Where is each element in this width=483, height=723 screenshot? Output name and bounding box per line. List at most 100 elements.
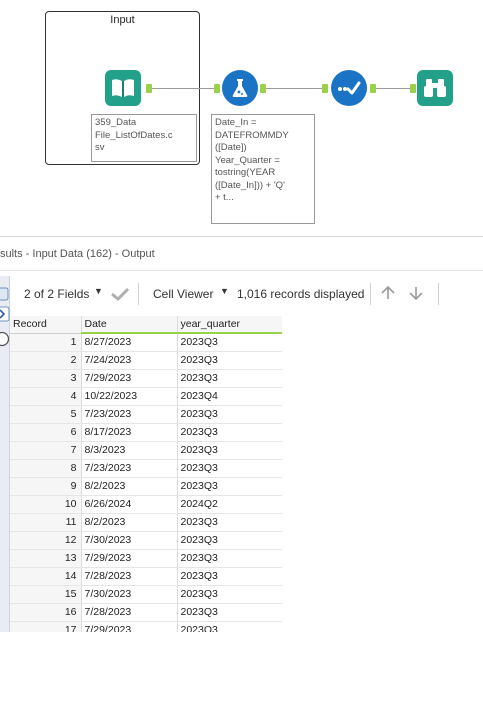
- date-cell[interactable]: 8/2/2023: [81, 477, 178, 496]
- table-row[interactable]: 3 7/29/2023 2023Q3: [10, 369, 282, 388]
- input-anchor[interactable]: [322, 84, 328, 93]
- table-row[interactable]: 4 10/22/2023 2023Q4: [10, 387, 282, 406]
- date-cell[interactable]: 8/27/2023: [81, 333, 178, 352]
- chevron-down-icon[interactable]: ▼: [94, 286, 103, 296]
- formula-tool[interactable]: [222, 70, 258, 106]
- toolbar-divider: [438, 283, 439, 305]
- record-cell[interactable]: 6: [10, 423, 82, 442]
- input-tool-annotation: 359_Data File_ListOfDates.c sv: [91, 114, 197, 162]
- year-quarter-cell[interactable]: 2023Q3: [177, 513, 282, 532]
- column-header-year-quarter[interactable]: year_quarter: [177, 316, 282, 334]
- year-quarter-cell[interactable]: 2023Q3: [177, 441, 282, 460]
- year-quarter-cell[interactable]: 2023Q3: [177, 621, 282, 632]
- date-cell[interactable]: 6/26/2024: [81, 495, 178, 514]
- column-header-record[interactable]: Record: [10, 316, 82, 334]
- date-cell[interactable]: 7/29/2023: [81, 621, 178, 632]
- date-cell[interactable]: 8/3/2023: [81, 441, 178, 460]
- date-cell[interactable]: 7/30/2023: [81, 585, 178, 604]
- year-quarter-cell[interactable]: 2023Q3: [177, 369, 282, 388]
- record-cell[interactable]: 15: [10, 585, 82, 604]
- output-anchor[interactable]: [146, 84, 152, 93]
- year-quarter-cell[interactable]: 2023Q4: [177, 387, 282, 406]
- year-quarter-cell[interactable]: 2023Q3: [177, 567, 282, 586]
- record-cell[interactable]: 16: [10, 603, 82, 622]
- record-cell[interactable]: 9: [10, 477, 82, 496]
- date-cell[interactable]: 7/23/2023: [81, 459, 178, 478]
- checkmark-icon[interactable]: [110, 287, 130, 301]
- formula-tool-annotation: Date_In = DATEFROMMDY ([Date]) Year_Quar…: [211, 114, 315, 224]
- year-quarter-cell[interactable]: 2023Q3: [177, 603, 282, 622]
- record-cell[interactable]: 3: [10, 369, 82, 388]
- table-row[interactable]: 15 7/30/2023 2023Q3: [10, 585, 282, 604]
- cell-viewer-selector[interactable]: Cell Viewer: [153, 287, 213, 301]
- workflow-canvas[interactable]: Input 359_Data File_ListOfDates.c sv Dat…: [0, 0, 483, 236]
- year-quarter-cell[interactable]: 2023Q3: [177, 549, 282, 568]
- chevron-down-icon[interactable]: ▼: [220, 286, 229, 296]
- record-cell[interactable]: 17: [10, 621, 82, 632]
- date-cell[interactable]: 8/2/2023: [81, 513, 178, 532]
- date-cell[interactable]: 8/17/2023: [81, 423, 178, 442]
- table-row[interactable]: 5 7/23/2023 2023Q3: [10, 405, 282, 424]
- data-grid-viewport[interactable]: Record Date year_quarter 1 8/27/2023 2023Q…: [10, 316, 282, 632]
- connection-line: [376, 88, 410, 89]
- table-row[interactable]: 8 7/23/2023 2023Q3: [10, 459, 282, 478]
- table-row[interactable]: 11 8/2/2023 2023Q3: [10, 513, 282, 532]
- binoculars-icon: [424, 79, 446, 97]
- date-cell[interactable]: 7/28/2023: [81, 603, 178, 622]
- date-cell[interactable]: 7/30/2023: [81, 531, 178, 550]
- year-quarter-cell[interactable]: 2023Q3: [177, 477, 282, 496]
- date-cell[interactable]: 7/24/2023: [81, 351, 178, 370]
- year-quarter-cell[interactable]: 2023Q3: [177, 531, 282, 550]
- table-row[interactable]: 13 7/29/2023 2023Q3: [10, 549, 282, 568]
- year-quarter-cell[interactable]: 2024Q2: [177, 495, 282, 514]
- chevron-right-icon[interactable]: [0, 306, 10, 322]
- year-quarter-cell[interactable]: 2023Q3: [177, 423, 282, 442]
- fields-selector[interactable]: 2 of 2 Fields: [24, 287, 89, 301]
- table-row[interactable]: 12 7/30/2023 2023Q3: [10, 531, 282, 550]
- record-cell[interactable]: 11: [10, 513, 82, 532]
- table-row[interactable]: 16 7/28/2023 2023Q3: [10, 603, 282, 622]
- record-cell[interactable]: 14: [10, 567, 82, 586]
- date-cell[interactable]: 7/28/2023: [81, 567, 178, 586]
- record-cell[interactable]: 7: [10, 441, 82, 460]
- record-cell[interactable]: 2: [10, 351, 82, 370]
- date-cell[interactable]: 7/29/2023: [81, 369, 178, 388]
- data-view-icon[interactable]: [0, 286, 10, 302]
- input-anchor[interactable]: [214, 84, 220, 93]
- date-cell[interactable]: 10/22/2023: [81, 387, 178, 406]
- record-cell[interactable]: 4: [10, 387, 82, 406]
- input-data-tool[interactable]: [105, 70, 141, 106]
- year-quarter-cell[interactable]: 2023Q3: [177, 351, 282, 370]
- results-title: sults - Input Data (162) - Output: [0, 248, 155, 260]
- record-cell[interactable]: 12: [10, 531, 82, 550]
- table-row[interactable]: 9 8/2/2023 2023Q3: [10, 477, 282, 496]
- arrow-up-icon[interactable]: [380, 285, 396, 301]
- date-cell[interactable]: 7/29/2023: [81, 549, 178, 568]
- table-row[interactable]: 1 8/27/2023 2023Q3: [10, 333, 282, 352]
- table-row[interactable]: 14 7/28/2023 2023Q3: [10, 567, 282, 586]
- date-cell[interactable]: 7/23/2023: [81, 405, 178, 424]
- output-anchor[interactable]: [370, 84, 376, 93]
- year-quarter-cell[interactable]: 2023Q3: [177, 333, 282, 352]
- record-cell[interactable]: 8: [10, 459, 82, 478]
- arrow-down-icon[interactable]: [408, 285, 424, 301]
- table-row[interactable]: 17 7/29/2023 2023Q3: [10, 621, 282, 632]
- year-quarter-cell[interactable]: 2023Q3: [177, 405, 282, 424]
- table-row[interactable]: 10 6/26/2024 2024Q2: [10, 495, 282, 514]
- table-row[interactable]: 7 8/3/2023 2023Q3: [10, 441, 282, 460]
- browse-tool[interactable]: [417, 70, 453, 106]
- output-anchor[interactable]: [260, 84, 266, 93]
- record-cell[interactable]: 1: [10, 333, 82, 352]
- year-quarter-cell[interactable]: 2023Q3: [177, 585, 282, 604]
- year-quarter-cell[interactable]: 2023Q3: [177, 459, 282, 478]
- record-cell[interactable]: 13: [10, 549, 82, 568]
- column-header-date[interactable]: Date: [81, 316, 178, 334]
- record-cell[interactable]: 10: [10, 495, 82, 514]
- metadata-icon[interactable]: [0, 331, 10, 347]
- record-cell[interactable]: 5: [10, 405, 82, 424]
- input-anchor[interactable]: [410, 84, 416, 93]
- book-icon: [112, 79, 134, 97]
- select-tool[interactable]: [331, 70, 367, 106]
- table-row[interactable]: 6 8/17/2023 2023Q3: [10, 423, 282, 442]
- table-row[interactable]: 2 7/24/2023 2023Q3: [10, 351, 282, 370]
